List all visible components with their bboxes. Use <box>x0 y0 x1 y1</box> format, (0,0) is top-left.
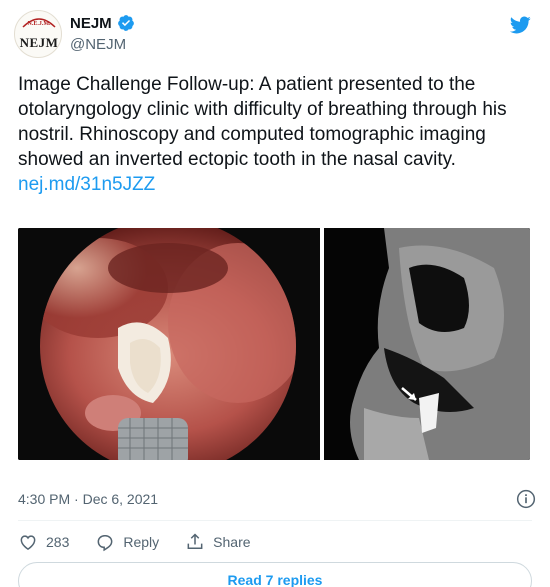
tweet-body: Image Challenge Follow-up: A patient pre… <box>18 74 507 170</box>
share-action[interactable]: Share <box>185 532 251 552</box>
tweet-timestamp[interactable]: 4:30 PM · Dec 6, 2021 <box>18 491 158 507</box>
tweet-link[interactable]: nej.md/31n5JZZ <box>18 174 155 195</box>
read-replies-button[interactable]: Read 7 replies <box>18 562 532 587</box>
reply-icon <box>97 535 113 552</box>
avatar-wordmark: NEJM <box>19 35 59 50</box>
ct-scan-image[interactable] <box>324 228 530 460</box>
author-handle[interactable]: @NEJM <box>70 36 126 53</box>
twitter-bird-icon[interactable] <box>508 14 532 36</box>
avatar[interactable]: N.E.J.M. NEJM <box>14 10 62 58</box>
tweet-card: N.E.J.M. NEJM NEJM @NEJM Image Challenge… <box>0 0 550 587</box>
info-icon[interactable] <box>516 489 536 509</box>
tweet-media[interactable] <box>18 228 530 460</box>
rhinoscopy-image[interactable] <box>18 228 320 460</box>
rhinoscopy-photo <box>18 228 320 460</box>
like-count: 283 <box>46 534 70 550</box>
like-action[interactable]: 283 <box>18 532 69 552</box>
tweet-text: Image Challenge Follow-up: A patient pre… <box>18 72 528 197</box>
tweet-actions: 283 Reply Share <box>18 530 277 554</box>
ct-scan-photo <box>324 228 530 460</box>
reply-action[interactable]: Reply <box>95 532 159 552</box>
heart-icon <box>20 535 36 550</box>
nejm-seal-icon: N.E.J.M. <box>22 18 56 28</box>
svg-text:N.E.J.M.: N.E.J.M. <box>28 21 51 27</box>
share-icon <box>187 533 203 549</box>
verified-badge-icon <box>117 15 134 31</box>
share-label: Share <box>213 534 251 550</box>
author-name[interactable]: NEJM <box>70 15 112 32</box>
divider-top <box>18 520 532 521</box>
reply-label: Reply <box>123 534 160 550</box>
author-name-row: NEJM <box>70 14 135 32</box>
